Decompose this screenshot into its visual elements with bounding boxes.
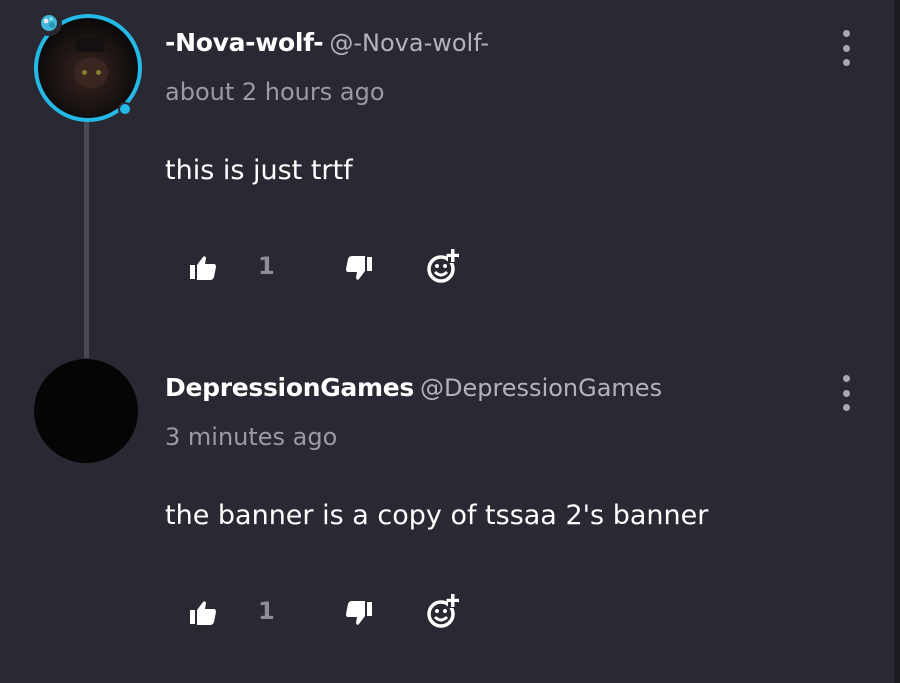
- comment-header: DepressionGames @DepressionGames: [165, 373, 662, 402]
- like-button[interactable]: [188, 595, 218, 631]
- comment-timestamp: about 2 hours ago: [165, 78, 385, 106]
- reply-thread-line: [84, 118, 89, 358]
- like-count: 1: [258, 252, 275, 280]
- more-dot: [842, 375, 850, 382]
- dislike-button[interactable]: [344, 250, 374, 286]
- more-dot: [842, 404, 850, 411]
- add-reaction-icon: [427, 594, 459, 628]
- dislike-button[interactable]: [344, 595, 374, 631]
- add-reaction-button[interactable]: [426, 592, 462, 630]
- username[interactable]: -Nova-wolf-: [165, 28, 324, 57]
- add-reaction-icon: [427, 249, 459, 283]
- scrollbar-track[interactable]: [894, 0, 900, 683]
- more-dot: [842, 389, 850, 397]
- bear-eye-right: [96, 70, 101, 75]
- thumbs-down-icon: [346, 601, 372, 625]
- comment-timestamp: 3 minutes ago: [165, 423, 338, 451]
- avatar-status-icon: [118, 102, 132, 116]
- more-dot: [842, 30, 850, 37]
- avatar-badge-icon: [36, 10, 62, 36]
- thumbs-up-icon: [190, 601, 216, 625]
- more-options-button[interactable]: [836, 375, 856, 411]
- bear-head-shape: [74, 58, 108, 88]
- more-options-button[interactable]: [836, 30, 856, 66]
- comment-text: the banner is a copy of tssaa 2's banner: [165, 500, 709, 531]
- username[interactable]: DepressionGames: [165, 373, 414, 402]
- like-count: 1: [258, 597, 275, 625]
- comment-text: this is just trtf: [165, 155, 353, 186]
- avatar-image: [34, 359, 138, 463]
- bear-eye-left: [82, 70, 87, 75]
- user-handle[interactable]: @DepressionGames: [420, 374, 662, 402]
- thumbs-down-icon: [346, 256, 372, 280]
- user-handle[interactable]: @-Nova-wolf-: [329, 29, 489, 57]
- like-button[interactable]: [188, 250, 218, 286]
- avatar[interactable]: [34, 10, 142, 122]
- avatar[interactable]: [34, 359, 140, 465]
- more-dot: [842, 44, 850, 52]
- add-reaction-button[interactable]: [426, 247, 462, 285]
- comment-header: -Nova-wolf- @-Nova-wolf-: [165, 28, 489, 57]
- more-dot: [842, 59, 850, 66]
- comment-thread: -Nova-wolf- @-Nova-wolf- about 2 hours ag…: [0, 0, 900, 683]
- bear-hat-shape: [76, 38, 104, 52]
- thumbs-up-icon: [190, 256, 216, 280]
